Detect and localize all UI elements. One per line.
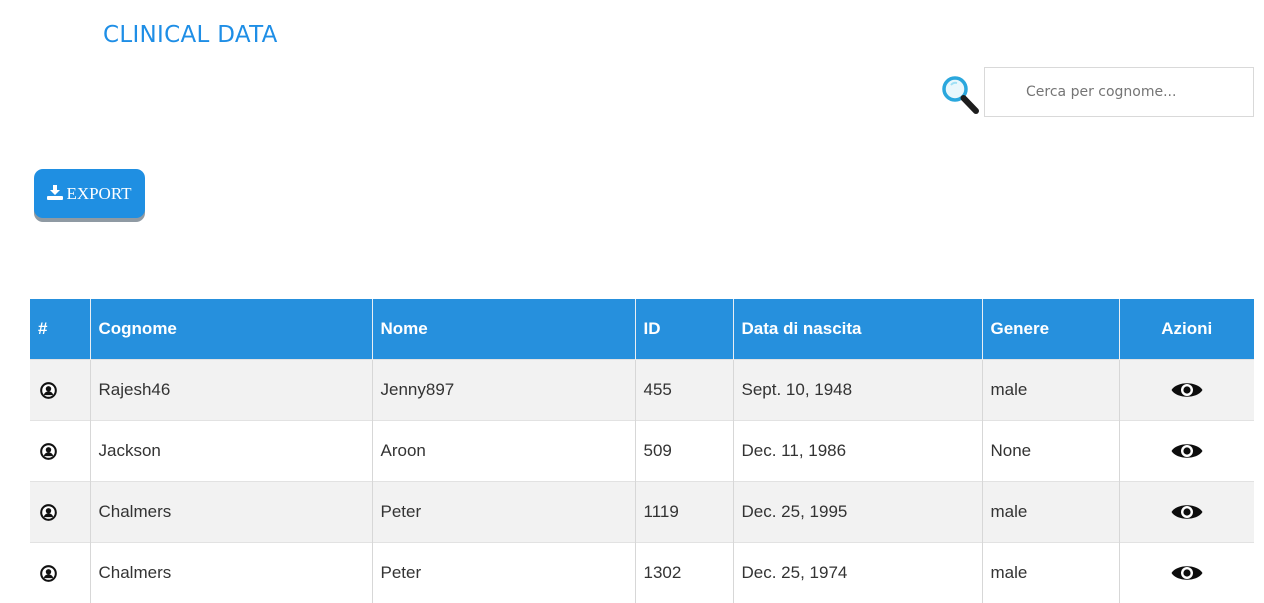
cell-id: 455 — [635, 360, 733, 421]
user-circle-icon — [38, 504, 82, 521]
cell-data-nascita: Dec. 11, 1986 — [733, 421, 982, 482]
table-row: Chalmers Peter 1119 Dec. 25, 1995 male — [30, 482, 1254, 543]
cell-cognome: Chalmers — [90, 543, 372, 603]
user-circle-icon — [38, 565, 82, 582]
cell-data-nascita: Sept. 10, 1948 — [733, 360, 982, 421]
view-eye-icon[interactable] — [1170, 501, 1204, 520]
app-title: CLINICAL DATA — [103, 22, 278, 48]
download-icon — [47, 185, 63, 200]
user-circle-icon — [38, 382, 82, 399]
user-circle-icon — [38, 443, 82, 460]
cell-data-nascita: Dec. 25, 1995 — [733, 482, 982, 543]
column-header-cognome[interactable]: Cognome — [90, 299, 372, 360]
column-header-genere[interactable]: Genere — [982, 299, 1119, 360]
cell-azioni — [1119, 482, 1254, 543]
column-header-azioni: Azioni — [1119, 299, 1254, 360]
cell-nome: Aroon — [372, 421, 635, 482]
cell-genere: None — [982, 421, 1119, 482]
cell-id: 1119 — [635, 482, 733, 543]
cell-id: 509 — [635, 421, 733, 482]
table-row: Rajesh46 Jenny897 455 Sept. 10, 1948 mal… — [30, 360, 1254, 421]
search-input[interactable] — [985, 68, 1253, 116]
view-eye-icon[interactable] — [1170, 440, 1204, 459]
view-eye-icon[interactable] — [1170, 562, 1204, 581]
user-icon-cell — [30, 543, 90, 603]
cell-azioni — [1119, 421, 1254, 482]
cell-genere: male — [982, 543, 1119, 603]
user-icon-cell — [30, 482, 90, 543]
column-header-index: # — [30, 299, 90, 360]
cell-id: 1302 — [635, 543, 733, 603]
cell-cognome: Chalmers — [90, 482, 372, 543]
user-icon-cell — [30, 421, 90, 482]
brand-logo: CLINICAL DATA — [40, 6, 98, 66]
cell-nome: Peter — [372, 543, 635, 603]
cell-cognome: Jackson — [90, 421, 372, 482]
column-header-data-nascita[interactable]: Data di nascita — [733, 299, 982, 360]
column-header-id[interactable]: ID — [635, 299, 733, 360]
medical-cross-logo-icon — [40, 7, 98, 65]
cell-azioni — [1119, 360, 1254, 421]
patients-table: # Cognome Nome ID Data di nascita Genere… — [30, 299, 1254, 603]
search-icon[interactable] — [938, 73, 982, 117]
cell-data-nascita: Dec. 25, 1974 — [733, 543, 982, 603]
cell-cognome: Rajesh46 — [90, 360, 372, 421]
export-button[interactable]: EXPORT — [34, 169, 145, 218]
export-label: EXPORT — [66, 184, 131, 204]
search-field[interactable] — [984, 67, 1254, 117]
user-icon-cell — [30, 360, 90, 421]
view-eye-icon[interactable] — [1170, 379, 1204, 398]
cell-nome: Jenny897 — [372, 360, 635, 421]
column-header-nome[interactable]: Nome — [372, 299, 635, 360]
table-row: Jackson Aroon 509 Dec. 11, 1986 None — [30, 421, 1254, 482]
cell-genere: male — [982, 482, 1119, 543]
cell-genere: male — [982, 360, 1119, 421]
cell-azioni — [1119, 543, 1254, 603]
table-row: Chalmers Peter 1302 Dec. 25, 1974 male — [30, 543, 1254, 603]
table-header-row: # Cognome Nome ID Data di nascita Genere… — [30, 299, 1254, 360]
cell-nome: Peter — [372, 482, 635, 543]
